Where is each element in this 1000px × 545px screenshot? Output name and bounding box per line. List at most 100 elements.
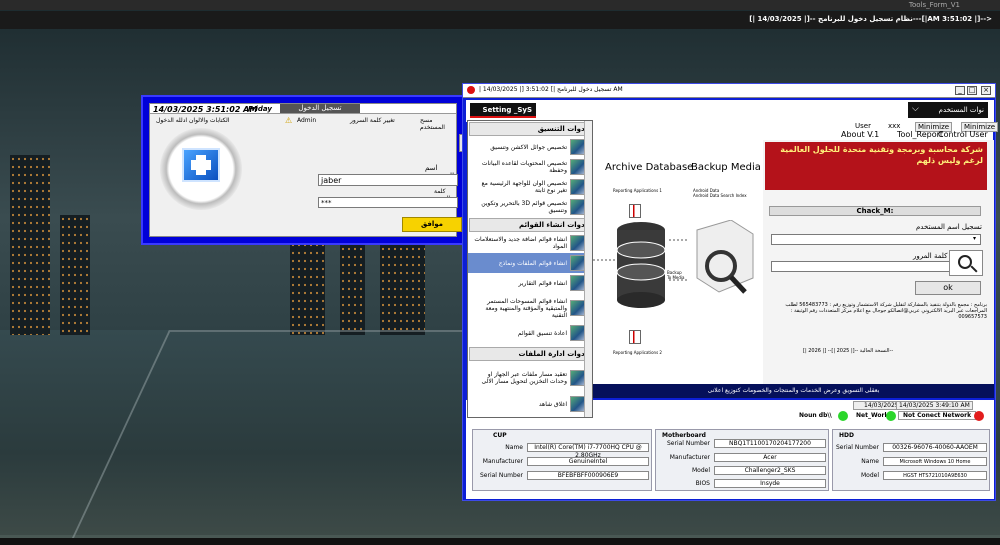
cpu-name-label: Name [505, 444, 523, 451]
menu-item[interactable]: اغلاق شاهد [468, 394, 592, 414]
hdd-serial-label: Serial Number [836, 444, 879, 451]
menu-item[interactable]: تخصيص المحتويات لقاعده البيانات وحفظة [468, 157, 592, 177]
login-toolbar: الكتابات والالوان ادلله الدخول ⚠ Admin ت… [150, 115, 456, 131]
right-panel: شركة محاسبة وبرمجة وتقنية متحدة للحلول ا… [763, 140, 994, 384]
wallpaper-building [340, 245, 365, 335]
toolbar-item-4[interactable]: مسح المستخدم [420, 117, 456, 131]
main-header: Setting _SyS نوات المستخدم ⌵ [466, 100, 994, 122]
tab-login[interactable]: تسجيل الدخول [280, 104, 360, 113]
mb-model-label: Model [691, 467, 710, 474]
hdd-box: HDD Serial Number 00326-96076-40060-AAOE… [832, 429, 990, 491]
menu-scrollbar[interactable] [584, 121, 592, 417]
not-connect-label: Not Conect Network [898, 411, 977, 420]
wallpaper-building [10, 155, 50, 335]
minimize-icon[interactable]: _ [955, 86, 965, 95]
database-diagram [593, 220, 754, 308]
menu-item-label: انشاء قوائم الملفات ونماذج [498, 259, 567, 267]
main-title: | 14/03/2025 |] تسجيل دخول للبرنامج |] 3… [479, 86, 623, 93]
menu-item-label: تخصيص قوائم 3D بالتحرير وتكوين وتنسيق [481, 200, 567, 214]
toolbar-item-admin[interactable]: Admin [297, 117, 316, 124]
reporting-label-1: Reporting Applications 1 [613, 188, 662, 193]
menu-item[interactable]: تعقيد مسار ملفات عبر الجهاز او وحدات الت… [468, 362, 592, 394]
mb-serial-label: Serial Number [667, 440, 710, 447]
menu-item-label: اغلاق شاهد [538, 400, 567, 408]
login-window: 14/03/2025 3:51:02 AM Friday تسجيل الدخو… [141, 95, 465, 245]
chevron-down-icon: ▾ [973, 235, 977, 242]
check-label: Chack_M: [769, 206, 981, 216]
password-field[interactable]: *** [318, 197, 458, 208]
ok-button[interactable]: موافق [402, 217, 462, 232]
username-field[interactable]: jaber [318, 174, 458, 186]
user-select[interactable] [771, 234, 981, 245]
menu-item-label: انشاء قوائم التقارير [518, 279, 568, 287]
noun-db-label: Noun db\\ [799, 412, 832, 419]
report-icon-2 [629, 330, 641, 344]
mb-model-value: Challenger2_SKS [714, 466, 826, 475]
warning-icon: ⚠ [285, 116, 293, 125]
maximize-icon[interactable]: □ [967, 86, 977, 95]
user-button[interactable]: نوات المستخدم [908, 102, 988, 118]
user-value: xxx [888, 122, 901, 130]
user-reg-label: تسجيل اسم المستخدم [915, 223, 982, 231]
company-banner: شركة محاسبة وبرمجة وتقنية متحدة للحلول ا… [765, 142, 987, 190]
bottom-bar [0, 538, 1000, 545]
login-day: Friday [248, 105, 272, 113]
backup-subtext: Android Data Android Data Search Index [693, 188, 747, 198]
search-icon[interactable] [949, 250, 983, 276]
cpu-serial-value: BFEBFBFF000906E9 [527, 471, 649, 480]
login-logo-icon [160, 128, 242, 210]
archive-title: Archive Database [605, 162, 694, 173]
menu-item[interactable]: انشاء قوائم اضافة جديد والاستعلامات المو… [468, 233, 592, 253]
user-label: User [855, 122, 871, 130]
close-icon[interactable]: × [981, 86, 991, 95]
hdd-name-value: Microsoft Windows 10 Home [883, 457, 987, 466]
backup-title: Backup Media [691, 162, 761, 173]
cpu-serial-label: Serial Number [480, 472, 523, 479]
menu-item[interactable]: انشاء قوائم التقارير [468, 273, 592, 293]
pw-label: كلمة المرور [913, 252, 948, 260]
motherboard-box: Motherboard Serial Number NBQ1T110017020… [655, 429, 829, 491]
menu-item-label: اعادة تنسيق القوائم [517, 329, 567, 337]
menu-group-3: ادوات ادارة الملفات [469, 347, 591, 361]
menu-item-label: تعقيد مسار ملفات عبر الجهاز او وحدات الت… [481, 371, 567, 385]
menu-item[interactable]: انشاء قوائم المسوحات المستمر والمتبقية و… [468, 293, 592, 323]
status-bar: نظام تسجيل دخول للبرنامج --[| 14/03/2025… [0, 11, 1000, 29]
menu-item-label: تخصيص المحتويات لقاعده البيانات وحفظة [481, 160, 567, 174]
mb-serial-value: NBQ1T1100170204177200 [714, 439, 826, 448]
mb-mfr-value: Acer [714, 453, 826, 462]
menu-item-label: تخصيص جوائل الاكشن وتنسيق [490, 143, 567, 151]
net-status-icon [886, 411, 896, 421]
link-tool-report[interactable]: Tool_Report [897, 130, 943, 139]
menu-item-label: انشاء قوائم المسوحات المستمر والمتبقية و… [485, 297, 567, 319]
menu-group-2: ادوات انشاء القوائم [469, 218, 591, 232]
menu-item[interactable]: تخصيص قوائم 3D بالتحرير وتكوين وتنسيق [468, 197, 592, 217]
hdd-title: HDD [839, 432, 854, 439]
menu-group-1: ادوات التنسيق [469, 122, 591, 136]
version-line: النسخة الحالية --[| 2025 |]-- [| 2026 |]… [803, 348, 894, 354]
menu-item[interactable]: اعادة تنسيق القوائم [468, 323, 592, 343]
db-status-icon [838, 411, 848, 421]
toolbar-item-3[interactable]: تغيير كلمة السرور [350, 117, 395, 124]
menu-item-selected[interactable]: انشاء قوائم الملفات ونماذج [468, 253, 592, 273]
status-text: نظام تسجيل دخول للبرنامج --[| 14/03/2025… [749, 15, 992, 23]
toolbar-item-1[interactable]: الكتابات والالوان ادلله الدخول [156, 117, 230, 124]
wallpaper-building [60, 215, 90, 335]
link-about[interactable]: About V.1 [841, 130, 879, 139]
hdd-model-value: HGST HTS721010A9E630 [883, 471, 987, 480]
mb-mfr-label: Manufacturer [669, 454, 710, 461]
menu-item-label: انشاء قوائم اضافة جديد والاستعلامات المو… [474, 236, 567, 250]
pw-field[interactable] [771, 261, 953, 272]
marquee-bar: بعقلى التسويق وعرض الخدمات والمنتجات وال… [593, 384, 994, 398]
diagram-panel: Archive Database Backup Media Reporting … [593, 140, 763, 384]
login-datetime: 14/03/2025 3:51:02 AM [153, 105, 258, 114]
note-text: برنامج : مجمع بالدولة بتنفيذ بالمشاركة ل… [785, 302, 987, 320]
time-value: 14/03/2025 3:49:10 AM [896, 401, 973, 410]
cpu-box: CUP Name Intel(R) Core(TM) i7-7700HQ CPU… [472, 429, 652, 491]
ok-button[interactable]: ok [915, 281, 981, 295]
menu-item[interactable]: تخصيص جوائل الاكشن وتنسيق [468, 137, 592, 157]
report-icon-1 [629, 204, 641, 218]
link-control-user[interactable]: Control User [938, 130, 988, 139]
menu-item[interactable]: تخصيص الوان للواجهة الرئيسية مع تغير نوع… [468, 177, 592, 197]
chevron-down-icon: ⌵ [912, 104, 919, 114]
top-info-bar: User xxx Minimize Minimize About V.1 Too… [593, 122, 999, 140]
